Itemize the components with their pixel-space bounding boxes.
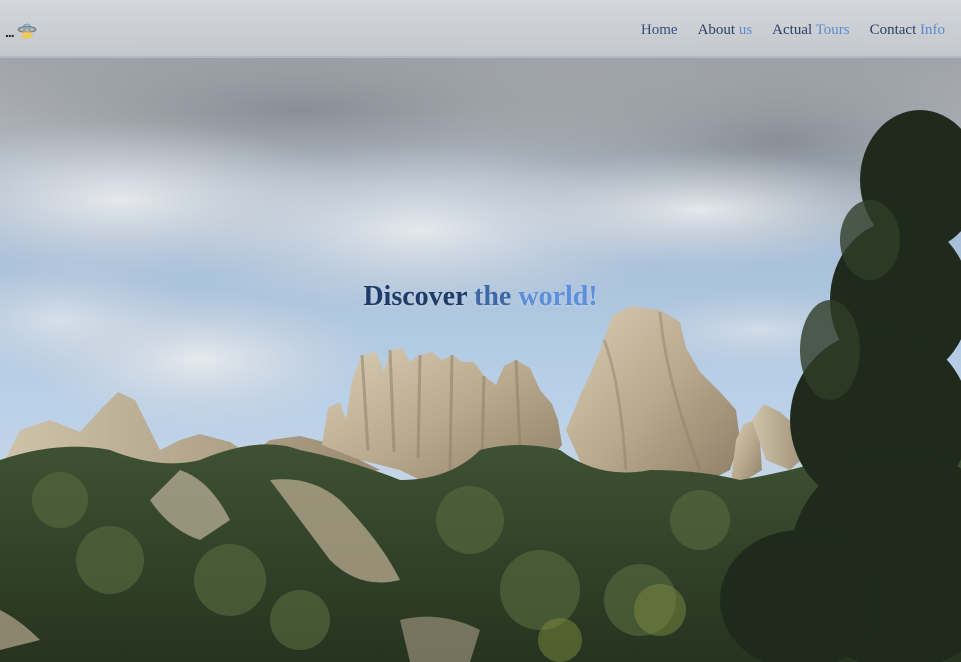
- nav-about-label-part2: us: [735, 22, 753, 38]
- nav-contact-link[interactable]: Contact Info: [870, 20, 945, 40]
- ufo-icon: [17, 23, 37, 38]
- brand[interactable]: ...: [5, 20, 37, 40]
- nav-menu: Home About us Actual Tours Contact Info: [621, 20, 945, 40]
- nav-about-link[interactable]: About us: [698, 20, 753, 40]
- nav-tours-label-part2: Tours: [812, 22, 850, 38]
- mountain-landscape-image: [0, 0, 961, 662]
- brand-dots: ...: [5, 24, 15, 40]
- headline-part1: Discover: [363, 281, 468, 312]
- headline-part3: world!: [511, 281, 598, 312]
- nav-home-link[interactable]: Home: [641, 20, 678, 40]
- hero-headline: Discover the world!: [0, 281, 961, 313]
- nav-contact-label-part2: Info: [916, 22, 945, 38]
- nav-contact-label-part1: Contact: [869, 22, 917, 38]
- nav-about-label-part1: About: [697, 22, 736, 38]
- nav-tours-label-part1: Actual: [772, 22, 813, 38]
- hero-background: [0, 0, 961, 662]
- nav-tours-link[interactable]: Actual Tours: [772, 20, 849, 40]
- top-navbar: ... Home About us Actual Tours Contact I…: [0, 0, 961, 58]
- headline-part2: the: [467, 281, 512, 312]
